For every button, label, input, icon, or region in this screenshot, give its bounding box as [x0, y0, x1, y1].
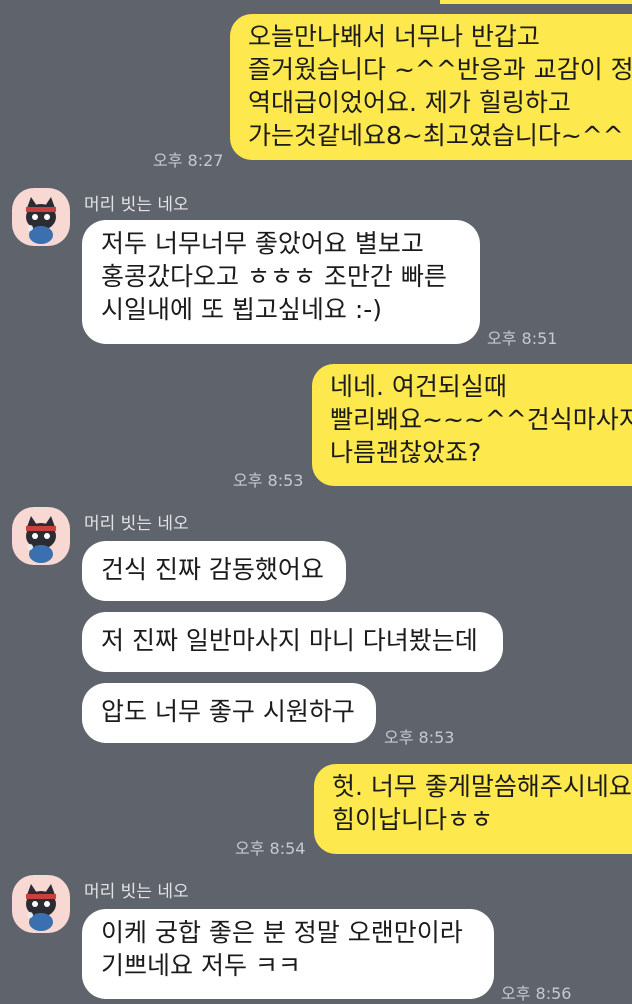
cat-character-avatar-icon: [26, 197, 56, 244]
sender-name: 머리 빗는 네오: [84, 514, 189, 534]
message-timestamp: 오후 8:27: [153, 151, 224, 170]
sender-avatar[interactable]: [12, 875, 70, 933]
cat-character-avatar-icon: [26, 516, 56, 563]
their-message-bubble[interactable]: 저두 너무너무 좋았어요 별보고 홍콩갔다오고 ㅎㅎㅎ 조만간 빠른 시일내에 …: [82, 220, 480, 344]
their-message-bubble[interactable]: 이케 궁합 좋은 분 정말 오랜만이라 기쁘네요 저두 ㅋㅋ: [82, 909, 494, 999]
my-message-bubble[interactable]: 네네. 여건되실때 빨리봬요~~~^^건식마사지도 나름괜찮았죠?: [312, 364, 632, 486]
message-timestamp: 오후 8:56: [501, 984, 572, 1003]
their-message-bubble[interactable]: 저 진짜 일반마사지 마니 다녀봤는데: [82, 612, 503, 672]
message-timestamp: 오후 8:53: [384, 728, 455, 747]
their-message-bubble[interactable]: 건식 진짜 감동했어요: [82, 541, 346, 601]
cat-character-avatar-icon: [26, 884, 56, 931]
my-message-bubble[interactable]: 오늘만나봬서 너무나 반갑고 즐거웠습니다 ~^^반응과 교감이 정말 역대급이…: [230, 14, 632, 160]
my-message-bubble[interactable]: 헛. 너무 좋게말씀해주시네요 힘이납니다ㅎㅎ: [314, 764, 632, 854]
message-timestamp: 오후 8:53: [233, 471, 304, 490]
their-message-bubble[interactable]: 압도 너무 좋구 시원하구: [82, 683, 376, 743]
message-timestamp: 오후 8:54: [235, 839, 306, 858]
sender-name: 머리 빗는 네오: [84, 195, 189, 215]
sender-avatar[interactable]: [12, 507, 70, 565]
sender-name: 머리 빗는 네오: [84, 882, 189, 902]
message-timestamp: 오후 8:51: [487, 329, 558, 348]
previous-message-bubble-edge: [440, 0, 632, 4]
sender-avatar[interactable]: [12, 188, 70, 246]
